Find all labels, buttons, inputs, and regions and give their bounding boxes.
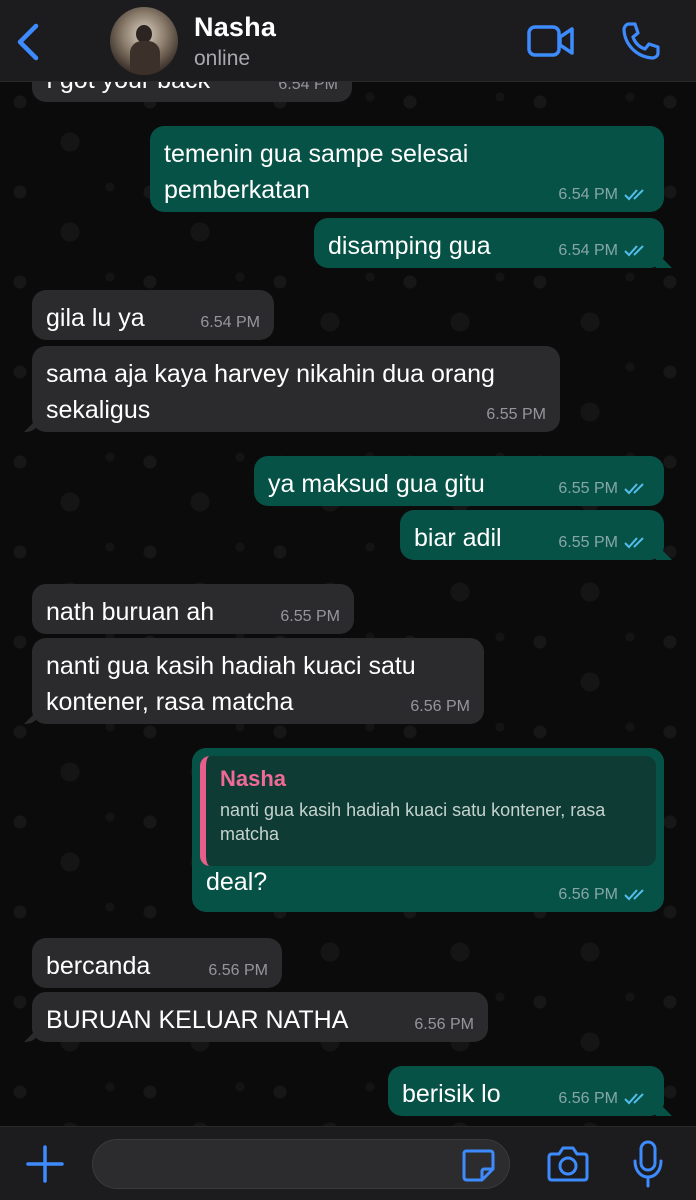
message-meta: 6.55 PM [280,608,340,626]
message-meta: 6.56 PM [410,698,470,716]
message-bubble[interactable]: ya maksud gua gitu 6.55 PM [254,456,664,506]
message-time: 6.55 PM [558,480,618,497]
message-text: BURUAN KELUAR NATHA [46,1006,349,1034]
double-check-icon [624,483,644,495]
message-time: 6.56 PM [414,1016,474,1033]
message-time: 6.54 PM [558,242,618,259]
message-bubble[interactable]: disamping gua 6.54 PM [314,218,664,268]
chat-header: Nasha online [0,0,696,82]
voice-call-button[interactable] [620,20,662,62]
message-time: 6.56 PM [558,886,618,903]
contact-status: online [194,47,251,70]
message-bubble[interactable]: sama aja kaya harvey nikahin dua orang s… [32,346,560,432]
message-meta: 6.56 PM [208,962,268,980]
message-text: gila lu ya [46,304,145,332]
message-input[interactable] [92,1139,510,1189]
message-bubble[interactable]: nath buruan ah 6.55 PM [32,584,354,634]
message-bubble[interactable]: biar adil 6.55 PM [400,510,664,560]
message-text: bercanda [46,952,151,980]
quoted-sender: Nasha [220,766,287,791]
quoted-text: nanti gua kasih hadiah kuaci satu konten… [220,800,606,844]
message-meta: 6.55 PM [486,406,546,424]
double-check-icon [624,1093,644,1105]
mic-icon [633,1140,663,1188]
message-time: 6.54 PM [278,82,338,93]
message-time: 6.55 PM [486,406,546,423]
message-bubble[interactable]: bercanda 6.56 PM [32,938,282,988]
plus-icon [26,1145,64,1183]
quoted-message[interactable]: Nasha nanti gua kasih hadiah kuaci satu … [200,756,656,866]
message-text: ya maksud gua gitu [268,470,485,498]
message-meta: 6.54 PM [200,314,260,332]
message-meta: 6.54 PM [558,186,650,204]
message-text: temenin gua sampe selesai pemberkatan [164,140,469,204]
message-time: 6.56 PM [410,698,470,715]
message-text: nath buruan ah [46,598,215,626]
message-text: berisik lo [402,1080,501,1108]
message-meta: 6.56 PM [414,1016,474,1034]
message-bubble[interactable]: I got your back 6.54 PM [32,82,352,102]
sticker-icon [462,1149,495,1182]
message-text: sama aja kaya harvey nikahin dua orang s… [46,360,495,424]
message-meta: 6.54 PM [558,242,650,260]
camera-button[interactable] [546,1143,590,1185]
double-check-icon [624,889,644,901]
message-meta: 6.56 PM [558,1090,650,1108]
back-button[interactable] [10,20,50,64]
attach-button[interactable] [24,1143,66,1185]
message-meta: 6.55 PM [558,480,650,498]
message-meta: 6.56 PM [558,886,650,904]
message-time: 6.56 PM [208,962,268,979]
mic-button[interactable] [630,1139,666,1189]
double-check-icon [624,537,644,549]
message-bubble[interactable]: nanti gua kasih hadiah kuaci satu konten… [32,638,484,724]
phone-icon [622,22,660,60]
message-text: biar adil [414,524,502,552]
message-bubble[interactable]: temenin gua sampe selesai pemberkatan 6.… [150,126,664,212]
message-time: 6.54 PM [558,186,618,203]
message-time: 6.55 PM [558,534,618,551]
message-time: 6.55 PM [280,608,340,625]
double-check-icon [624,189,644,201]
message-bubble[interactable]: BURUAN KELUAR NATHA 6.56 PM [32,992,488,1042]
video-call-icon [527,25,574,57]
sticker-button[interactable] [460,1147,496,1183]
message-bubble[interactable]: gila lu ya 6.54 PM [32,290,274,340]
reply-message-bubble[interactable]: Nasha nanti gua kasih hadiah kuaci satu … [192,748,664,912]
avatar[interactable] [110,7,178,75]
composer-bar [0,1126,696,1200]
message-bubble[interactable]: berisik lo 6.56 PM [388,1066,664,1116]
video-call-button[interactable] [526,22,576,60]
back-chevron-icon [17,23,39,61]
message-time: 6.54 PM [200,314,260,331]
contact-name[interactable]: Nasha [194,12,276,43]
message-time: 6.56 PM [558,1090,618,1107]
message-text: I got your back [46,82,210,94]
double-check-icon [624,245,644,257]
chat-area[interactable]: I got your back 6.54 PM temenin gua samp… [0,82,696,1126]
message-text: deal? [206,868,268,896]
message-text: disamping gua [328,232,491,260]
message-meta: 6.55 PM [558,534,650,552]
camera-icon [547,1146,589,1182]
